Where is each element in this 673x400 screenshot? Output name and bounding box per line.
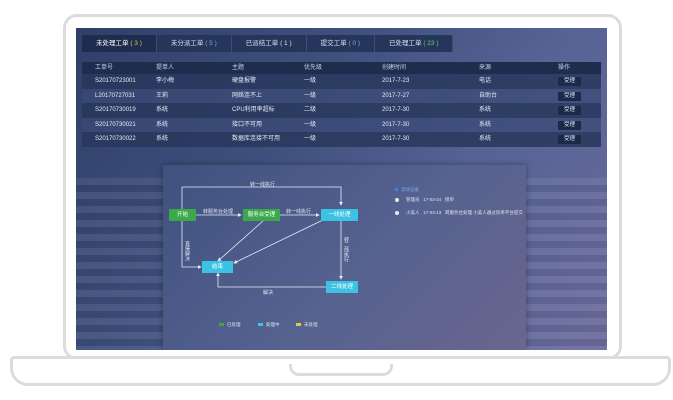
cell-submitter: 系统: [156, 121, 169, 128]
cell-submitter: 李小梅: [156, 78, 175, 84]
cell-source: 系统: [479, 121, 492, 128]
cell-submitter: 系统: [156, 136, 169, 142]
tab-count: ( 23 ): [423, 40, 439, 47]
edge-label-top: 转一线执行: [250, 182, 276, 188]
cell-ticket-id: S20170730019: [95, 107, 136, 113]
cell-priority: 一级: [304, 136, 317, 142]
cell-submitter: 王莉: [156, 92, 169, 99]
cell-subject: CPU利用率超标: [232, 107, 275, 113]
ticket-table: 工单号 提单人 主题 优先级 创建时间 来源 操作 S20170723001 李…: [82, 62, 601, 147]
laptop-notch: [289, 364, 393, 376]
cell-priority: 一级: [304, 92, 317, 99]
accept-button[interactable]: 受理: [558, 91, 581, 101]
tab-count: ( 1 ): [280, 40, 292, 47]
cell-ticket-id: L20170727031: [95, 92, 136, 99]
timeline-entry: 管理员 17-03-24 接单: [406, 197, 455, 202]
cell-source: 电话: [479, 78, 492, 84]
node-tier1[interactable]: 一线处理: [321, 209, 358, 221]
app-screen: 未处理工单 ( 3 ) 未分派工单 ( 5 ) 已派结工单 ( 1 ) 提交工单…: [76, 28, 607, 350]
cell-created: 2017-7-27: [382, 92, 410, 99]
edge-tier2-close: [216, 272, 326, 288]
header-ticket-id: 工单号: [95, 65, 114, 71]
timeline-marker-icon: [395, 188, 398, 192]
legend-swatch: [219, 323, 224, 327]
edge-tier1-close: [233, 218, 326, 264]
table-row: L20170727031 王莉 网络连不上 一级 2017-7-27 自助台 受…: [82, 88, 601, 103]
legend-processed: 已处理: [219, 322, 241, 328]
tab-processed[interactable]: 已处理工单 ( 23 ): [375, 35, 454, 52]
header-created: 创建时间: [382, 65, 407, 71]
tab-label: 提交工单: [320, 40, 347, 47]
edge-label-start-desk: 转服务台处理: [203, 209, 234, 215]
cell-priority: 一级: [304, 121, 317, 128]
tab-unprocessed[interactable]: 未处理工单 ( 3 ): [82, 35, 157, 52]
timeline-entry: 小美人 17-03-13 转服务台处理 小美人通过热单平台提交: [406, 210, 523, 215]
cell-subject: 接口不可用: [232, 121, 263, 128]
tab-label: 已派结工单: [245, 40, 279, 47]
header-action: 操作: [558, 65, 571, 71]
cell-ticket-id: S20170730022: [95, 136, 136, 142]
cell-source: 系统: [479, 107, 492, 113]
tab-label: 未处理工单: [96, 40, 129, 47]
table-row: S20170723001 李小梅 硬盘报警 一级 2017-7-23 电话 受理: [82, 74, 601, 89]
cell-ticket-id: S20170723001: [95, 78, 136, 84]
table-row: S20170730021 系统 接口不可用 一级 2017-7-30 系统 受理: [82, 117, 601, 132]
cell-created: 2017-7-30: [382, 136, 410, 142]
node-service-desk[interactable]: 服务台受理: [243, 209, 280, 221]
header-submitter: 提单人: [156, 65, 175, 71]
table-row: S20170730019 系统 CPU利用率超标 二级 2017-7-30 系统…: [82, 103, 601, 118]
tab-submitted[interactable]: 提交工单 ( 0 ): [306, 35, 375, 52]
cell-subject: 网络连不上: [232, 92, 263, 99]
accept-button[interactable]: 受理: [558, 120, 581, 130]
tab-count: ( 3 ): [130, 40, 142, 47]
tab-count: ( 0 ): [348, 40, 360, 47]
tab-count: ( 5 ): [205, 40, 217, 47]
cell-subject: 硬盘报警: [232, 78, 257, 84]
header-priority: 优先级: [304, 65, 323, 71]
cell-priority: 二级: [304, 107, 317, 113]
edge-desk-close: [217, 220, 264, 262]
timeline-dot-icon: [395, 198, 399, 202]
cell-subject: 数据库连接不可用: [232, 136, 281, 142]
node-close[interactable]: 结束: [202, 261, 233, 273]
accept-button[interactable]: 受理: [558, 106, 581, 115]
cell-source: 系统: [479, 136, 492, 142]
cell-created: 2017-7-30: [382, 121, 410, 128]
accept-button[interactable]: 受理: [558, 135, 581, 144]
header-subject: 主题: [232, 65, 245, 71]
tab-unassigned[interactable]: 未分派工单 ( 5 ): [156, 35, 232, 52]
edge-top: [181, 186, 343, 209]
cell-created: 2017-7-23: [382, 78, 410, 84]
legend-swatch: [296, 323, 301, 327]
cell-source: 自助台: [479, 92, 498, 99]
tab-label: 未分派工单: [170, 40, 204, 47]
accept-button[interactable]: 受理: [558, 77, 581, 86]
edge-label-start-close: 直接解决: [184, 241, 190, 261]
tab-label: 已处理工单: [389, 40, 422, 47]
legend-unprocessed: 未处理: [296, 322, 318, 328]
legend-processing: 处理中: [258, 322, 280, 328]
workflow-diagram: 开始 服务台受理 一线处理 结束 二线处理 转一线执行 转服务台处理 转一线执行…: [163, 165, 526, 350]
table-row: S20170730022 系统 数据库连接不可用 一级 2017-7-30 系统…: [82, 132, 601, 147]
cell-ticket-id: S20170730021: [95, 121, 136, 128]
header-source: 来源: [479, 65, 492, 71]
legend-swatch: [258, 323, 263, 327]
edge-label-desk-tier1: 转一线执行: [286, 209, 312, 215]
edge-label-tier1-tier2: 转二线执行: [343, 237, 349, 262]
edge-label-tier2-close: 解决: [263, 290, 274, 296]
table-header: 工单号 提单人 主题 优先级 创建时间 来源 操作: [82, 62, 601, 74]
tab-dispatched[interactable]: 已派结工单 ( 1 ): [231, 35, 307, 52]
cell-priority: 一级: [304, 78, 317, 84]
timeline-title: 流动记录: [395, 187, 419, 193]
timeline-dot-icon: [395, 211, 399, 215]
node-start[interactable]: 开始: [169, 209, 196, 221]
ticket-tabs: 未处理工单 ( 3 ) 未分派工单 ( 5 ) 已派结工单 ( 1 ) 提交工单…: [82, 35, 454, 52]
cell-submitter: 系统: [156, 107, 169, 113]
node-tier2[interactable]: 二线处理: [326, 281, 358, 293]
cell-created: 2017-7-30: [382, 107, 410, 113]
